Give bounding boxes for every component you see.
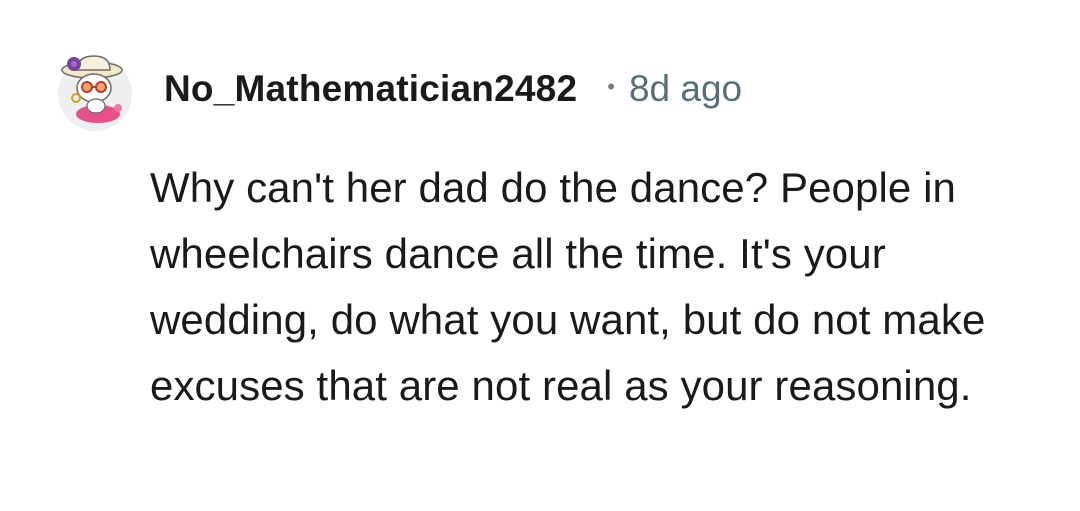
snoo-avatar-icon bbox=[58, 55, 132, 131]
comment-body: Why can't her dad do the dance? People i… bbox=[150, 164, 986, 409]
comment: No_Mathematician2482 • 8d ago Why can't … bbox=[0, 0, 1080, 511]
separator-dot: • bbox=[607, 74, 615, 99]
comment-header: No_Mathematician2482 • 8d ago bbox=[56, 48, 742, 131]
avatar[interactable] bbox=[56, 50, 134, 131]
username-link[interactable]: No_Mathematician2482 bbox=[164, 68, 577, 110]
timestamp-link[interactable]: 8d ago bbox=[629, 68, 742, 110]
